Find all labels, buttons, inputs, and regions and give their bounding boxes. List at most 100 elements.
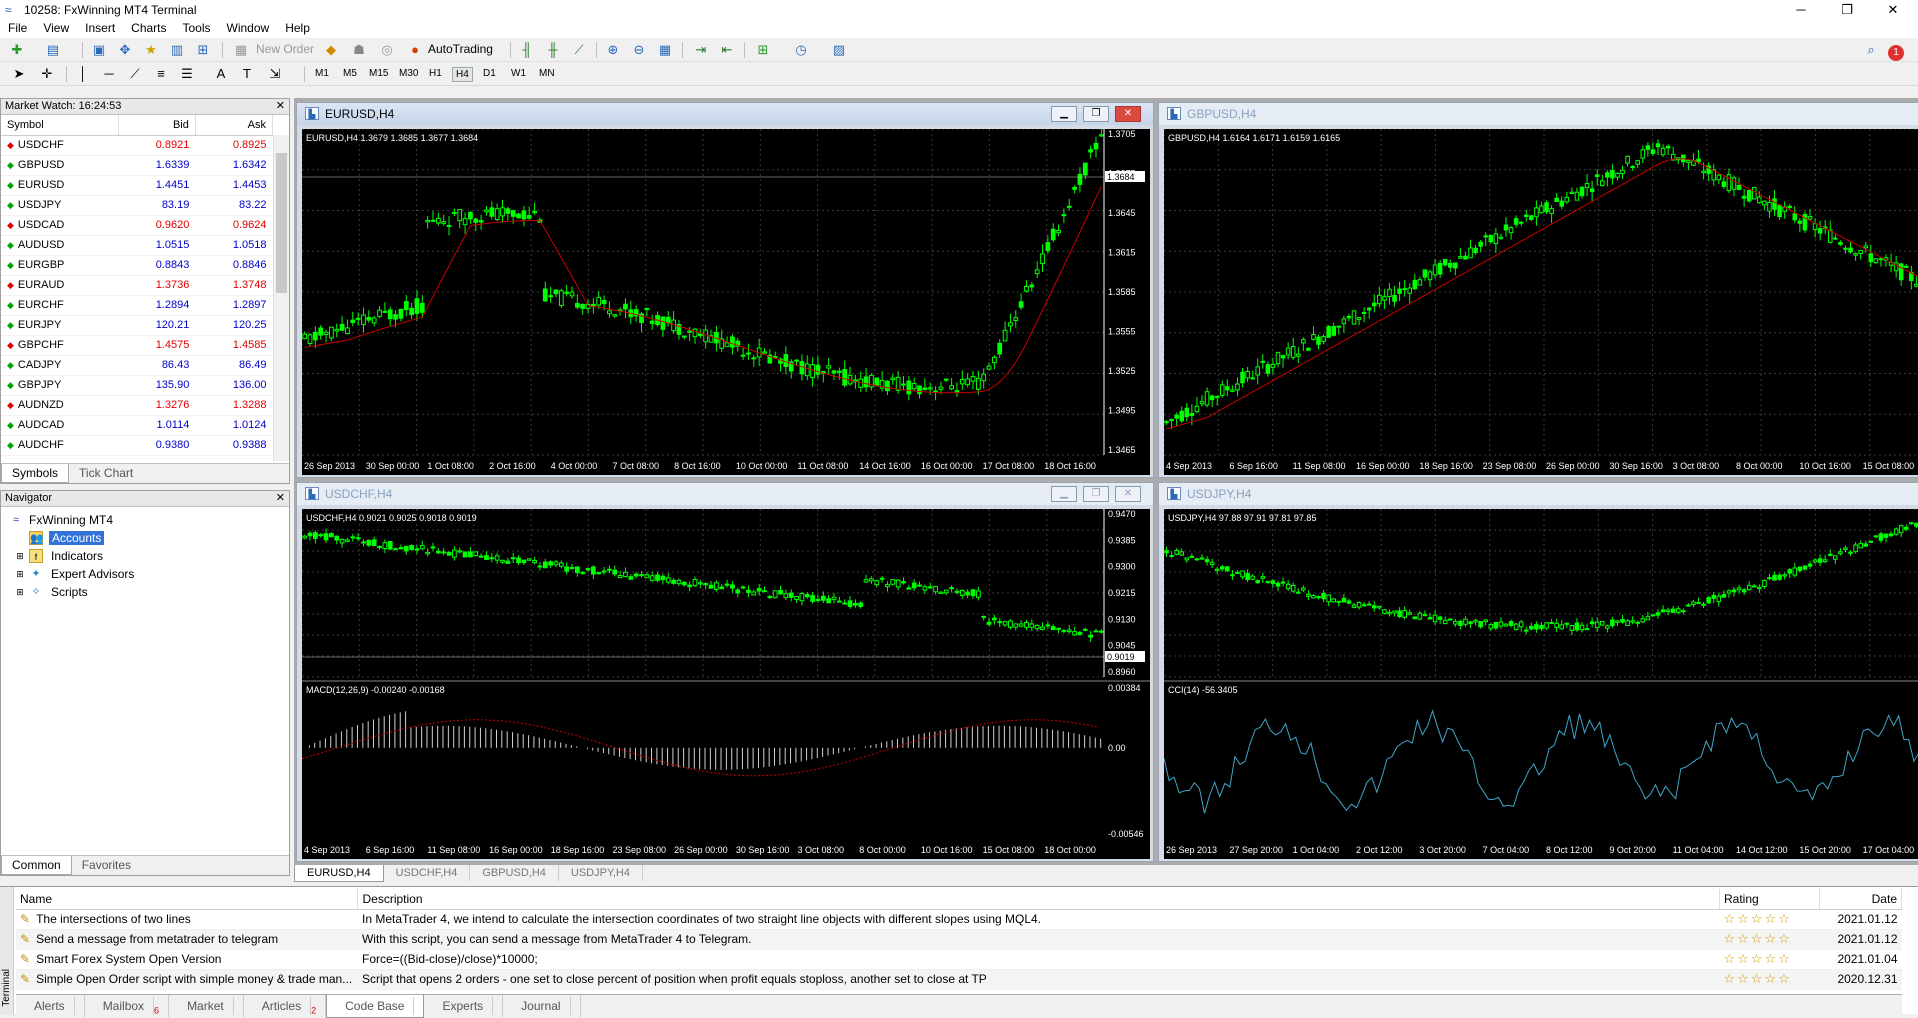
tab-symbols[interactable]: Symbols [1,464,69,483]
menu-file[interactable]: File [0,20,35,36]
chart-window-gbpusd[interactable]: ▙ GBPUSD,H4 GBPUSD,H4 1.6164 1.6171 1.61… [1158,102,1918,478]
vps-icon[interactable]: ◎ [378,41,396,59]
terminal-tab-mailbox[interactable]: Mailbox6 [85,995,169,1017]
usdchf-price-chart[interactable]: 0.94700.93850.93000.92150.91300.90450.89… [302,509,1150,859]
zoom-in-icon[interactable]: ⊕ [604,41,622,59]
close-icon[interactable]: ✕ [276,99,285,112]
cursor-icon[interactable]: ➤ [10,65,28,83]
close-icon[interactable]: ✕ [276,491,285,504]
auto-scroll-icon[interactable]: ⇥ [692,41,710,59]
code-base-row[interactable]: ✎The intersections of two linesIn MetaTr… [16,909,1902,929]
chart-window-usdjpy[interactable]: ▙ USDJPY,H4 USDJPY,H4 97.88 97.91 97.81 … [1158,482,1918,862]
chart-window-header[interactable]: ▙ USDCHF,H4 ▁ ❐ ✕ [297,483,1153,505]
code-base-row[interactable]: ✎Smart Forex System Open VersionForce=((… [16,949,1902,969]
maximize-button[interactable]: ❐ [1824,0,1870,20]
column-date[interactable]: Date [1819,889,1901,909]
zoom-out-icon[interactable]: ⊖ [630,41,648,59]
market-watch-row[interactable]: ◆EURJPY120.21120.25 [1,315,273,335]
minimize-chart-button[interactable]: ▁ [1051,106,1077,122]
column-bid[interactable]: Bid [118,115,195,135]
navigator-icon[interactable]: ★ [142,41,160,59]
market-watch-icon[interactable]: ▣ [90,41,108,59]
timeframe-m30[interactable]: M30 [396,67,421,80]
chart-tab-usdchf[interactable]: USDCHF,H4 [384,865,471,881]
fibonacci-icon[interactable]: ☰ [178,65,196,83]
terminal-tab-code-base[interactable]: Code Base [326,995,424,1018]
rating-stars[interactable]: ☆☆☆☆☆ [1720,969,1820,989]
gbpusd-price-chart[interactable]: GBPUSD,H4 1.6164 1.6171 1.6159 1.61654 S… [1164,129,1918,475]
rating-stars[interactable]: ☆☆☆☆☆ [1720,909,1820,929]
restore-chart-button[interactable]: ❐ [1083,106,1109,122]
timeframe-h1[interactable]: H1 [426,67,445,80]
timeframe-m15[interactable]: M15 [366,67,391,80]
chart-tab-eurusd[interactable]: EURUSD,H4 [294,865,384,882]
line-chart-icon[interactable]: ⟋ [570,41,588,59]
menu-view[interactable]: View [35,20,77,36]
market-watch-row[interactable]: ◆AUDCAD1.01141.0124 [1,415,273,435]
candlestick-icon[interactable]: ╫ [544,41,562,59]
tab-tick-chart[interactable]: Tick Chart [69,464,143,482]
menu-charts[interactable]: Charts [123,20,174,36]
market-watch-row[interactable]: ◆USDCHF0.89210.8925 [1,135,273,155]
column-name[interactable]: Name [16,889,358,909]
equidistant-channel-icon[interactable]: ≡ [152,65,170,83]
column-rating[interactable]: Rating [1720,889,1820,909]
timeframe-m1[interactable]: M1 [312,67,332,80]
indicators-icon[interactable]: ⊞ [754,41,772,59]
profiles-icon[interactable]: ▤ [44,41,62,59]
code-base-row[interactable]: ✎Send a message from metatrader to teleg… [16,929,1902,949]
navigator-scripts[interactable]: Scripts [51,585,88,599]
rating-stars[interactable]: ☆☆☆☆☆ [1720,929,1820,949]
new-order-icon[interactable]: ▦ [232,41,250,59]
new-chart-icon[interactable]: ✚ [8,41,26,59]
usdjpy-price-chart[interactable]: USDJPY,H4 97.88 97.91 97.81 97.85CCI(14)… [1164,509,1918,859]
navigator-expert-advisors[interactable]: Expert Advisors [51,567,134,581]
chart-window-usdchf[interactable]: ▙ USDCHF,H4 ▁ ❐ ✕ 0.94700.93850.93000.92… [296,482,1154,862]
trendline-icon[interactable]: ⟋ [126,65,144,83]
menu-window[interactable]: Window [219,20,278,36]
templates-icon[interactable]: ▨ [830,41,848,59]
market-watch-row[interactable]: ◆GBPUSD1.63391.6342 [1,155,273,175]
market-watch-row[interactable]: ◆EURAUD1.37361.3748 [1,275,273,295]
market-watch-scrollbar[interactable] [273,135,289,461]
chart-window-eurusd[interactable]: ▙ EURUSD,H4 ▁ ❐ ✕ 1.37051.36751.36451.36… [296,102,1154,478]
new-order-button[interactable]: New Order [256,42,314,56]
navigator-accounts[interactable]: Accounts [49,531,104,545]
strategy-tester-icon[interactable]: ⊞ [194,41,212,59]
bar-chart-icon[interactable]: ╢ [518,41,536,59]
minimize-button[interactable]: ─ [1778,0,1824,20]
chart-shift-icon[interactable]: ⇤ [718,41,736,59]
code-base-row[interactable]: ✎Simple Open Order script with simple mo… [16,969,1902,989]
signals-icon[interactable]: ☗ [350,41,368,59]
chart-tab-gbpusd[interactable]: GBPUSD,H4 [470,865,559,881]
menu-help[interactable]: Help [277,20,318,36]
chart-window-header[interactable]: ▙ GBPUSD,H4 [1159,103,1918,125]
timeframe-mn[interactable]: MN [536,67,558,80]
timeframe-w1[interactable]: W1 [508,67,529,80]
text-label-icon[interactable]: T [238,65,256,83]
metaeditor-icon[interactable]: ◆ [322,41,340,59]
market-watch-row[interactable]: ◆USDCAD0.96200.9624 [1,215,273,235]
timeframe-h4[interactable]: H4 [452,67,473,82]
terminal-icon[interactable]: ▥ [168,41,186,59]
autotrading-icon[interactable]: ● [406,41,424,59]
market-watch-row[interactable]: ◆AUDUSD1.05151.0518 [1,235,273,255]
navigator-root[interactable]: FxWinning MT4 [29,513,113,527]
terminal-tab-articles[interactable]: Articles2 [244,995,326,1017]
timeframe-m5[interactable]: M5 [340,67,360,80]
market-watch-row[interactable]: ◆GBPJPY135.90136.00 [1,375,273,395]
chart-window-header[interactable]: ▙ USDJPY,H4 [1159,483,1918,505]
column-description[interactable]: Description [358,889,1720,909]
search-icon[interactable]: ⌕ [1862,41,1880,59]
market-watch-row[interactable]: ◆EURGBP0.88430.8846 [1,255,273,275]
close-button[interactable]: ✕ [1870,0,1916,20]
market-watch-row[interactable]: ◆GBPCHF1.45751.4585 [1,335,273,355]
autotrading-button[interactable]: AutoTrading [428,42,493,56]
menu-tools[interactable]: Tools [175,20,219,36]
horizontal-line-icon[interactable]: ─ [100,65,118,83]
crosshair-icon[interactable]: ✛ [38,65,56,83]
expand-icon[interactable]: ⊞ [13,549,27,563]
expand-icon[interactable]: ⊞ [13,567,27,581]
chart-window-header[interactable]: ▙ EURUSD,H4 ▁ ❐ ✕ [297,103,1153,125]
menu-insert[interactable]: Insert [77,20,123,36]
